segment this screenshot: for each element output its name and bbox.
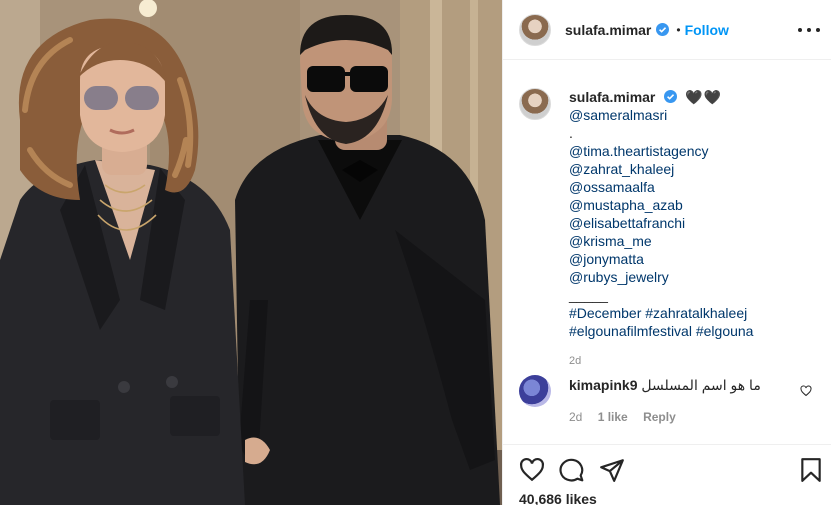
likes-count[interactable]: 40,686 likes (519, 491, 597, 505)
comment-reply-button[interactable]: Reply (643, 410, 676, 424)
header-separator-dot: • (676, 22, 681, 37)
instagram-post: sulafa.mimar • Follow sulafa.mimar 🖤🖤 @s… (0, 0, 831, 505)
comment-timestamp[interactable]: 2d (569, 410, 582, 424)
caption-hashtags-line: #December #zahratalkhaleej (569, 304, 824, 322)
share-icon[interactable] (599, 457, 625, 483)
caption-hashtags-line: #elgounafilmfestival #elgouna (569, 322, 824, 340)
post-photo[interactable] (0, 0, 502, 505)
photo-illustration (0, 0, 502, 505)
caption-mention[interactable]: @mustapha_azab (569, 196, 824, 214)
follow-button[interactable]: Follow (685, 22, 729, 38)
comment-icon[interactable] (559, 457, 585, 483)
caption-mention[interactable]: @krisma_me (569, 232, 824, 250)
comment-meta: 2d 1 like Reply (569, 408, 761, 426)
verified-badge-icon (664, 90, 678, 103)
black-hearts-emoji: 🖤🖤 (685, 89, 723, 105)
caption-mention-first[interactable]: @sameralmasri (569, 107, 667, 123)
post-caption: sulafa.mimar 🖤🖤 @sameralmasri . @tima.th… (519, 88, 824, 370)
caption-hashtag[interactable]: #elgouna (696, 323, 754, 339)
more-options-icon[interactable] (798, 20, 820, 40)
caption-author-avatar[interactable] (519, 88, 551, 120)
caption-hashtag[interactable]: #December (569, 305, 641, 321)
commenter-username[interactable]: kimapink9 (569, 377, 637, 393)
comment-heart-icon[interactable] (800, 385, 812, 397)
commenter-avatar[interactable] (519, 375, 551, 407)
caption-username[interactable]: sulafa.mimar (569, 89, 655, 105)
caption-mention[interactable]: @jonymatta (569, 250, 824, 268)
author-avatar[interactable] (519, 13, 551, 46)
caption-dot-line: . (569, 125, 573, 141)
post-header: sulafa.mimar • Follow (503, 0, 831, 60)
comment-body: kimapink9 ما هو اسم المسلسل 2d 1 like Re… (569, 376, 761, 426)
heart-icon[interactable] (519, 457, 545, 483)
bookmark-icon[interactable] (798, 457, 824, 483)
caption-body: sulafa.mimar 🖤🖤 @sameralmasri . @tima.th… (569, 88, 824, 370)
caption-timestamp[interactable]: 2d (569, 352, 824, 370)
caption-hashtag[interactable]: #zahratalkhaleej (645, 305, 747, 321)
caption-mention[interactable]: @elisabettafranchi (569, 214, 824, 232)
caption-mention[interactable]: @ossamaalfa (569, 178, 824, 196)
post-side-panel: sulafa.mimar • Follow sulafa.mimar 🖤🖤 @s… (502, 0, 831, 505)
comment-like-count[interactable]: 1 like (598, 410, 628, 424)
caption-mention[interactable]: @zahrat_khaleej (569, 160, 824, 178)
caption-separator: _____ (569, 287, 608, 303)
caption-mention[interactable]: @tima.theartistagency (569, 142, 824, 160)
comment-item: kimapink9 ما هو اسم المسلسل 2d 1 like Re… (519, 375, 824, 426)
post-actions-bar: 40,686 likes (503, 444, 831, 505)
caption-hashtag[interactable]: #elgounafilmfestival (569, 323, 692, 339)
author-username[interactable]: sulafa.mimar (565, 22, 651, 38)
comment-text: ما هو اسم المسلسل (641, 377, 761, 393)
caption-mention[interactable]: @rubys_jewelry (569, 268, 824, 286)
verified-badge-icon (656, 23, 670, 36)
